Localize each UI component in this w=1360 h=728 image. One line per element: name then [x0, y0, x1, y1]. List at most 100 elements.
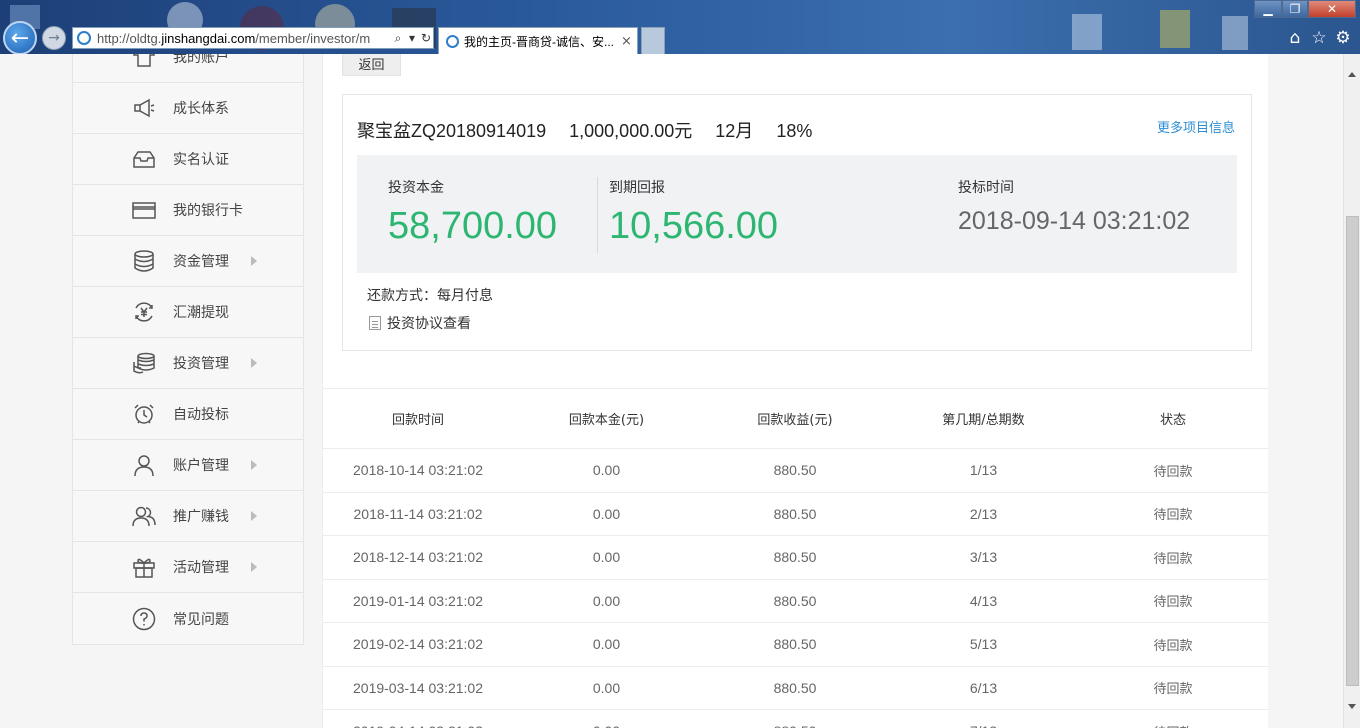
sidebar-item-label: 自动投标: [173, 407, 229, 423]
close-icon: ✕: [1326, 2, 1338, 16]
sidebar-item-label: 资金管理: [173, 254, 229, 270]
database-icon: [131, 248, 157, 274]
scrollbar-thumb[interactable]: [1346, 216, 1359, 686]
principal-stat: 投资本金 58,700.00: [388, 177, 557, 248]
sidebar-item-withdraw[interactable]: 汇潮提现: [73, 287, 303, 338]
status-cell: 待回款: [1077, 722, 1269, 728]
settings-gear-icon[interactable]: ⚙: [1332, 27, 1354, 49]
minimize-button[interactable]: ▁: [1254, 0, 1282, 18]
principal-cell: 0.00: [513, 723, 700, 728]
refresh-icon[interactable]: ↻: [419, 31, 433, 45]
chevron-right-icon: [251, 562, 257, 572]
dropdown-icon[interactable]: ▾: [405, 31, 419, 45]
sidebar-item-funds[interactable]: 资金管理: [73, 236, 303, 287]
scroll-up-icon[interactable]: [1348, 72, 1356, 77]
sidebar-item-label: 活动管理: [173, 560, 229, 576]
sidebar-item-label: 我的账户: [173, 54, 229, 66]
address-bar[interactable]: http://oldtg.jinshangdai.com/member/inve…: [72, 27, 434, 49]
agreement-label: 投资协议查看: [387, 316, 471, 332]
sidebar-item-faq[interactable]: 常见问题: [73, 593, 303, 644]
back-button[interactable]: ←: [3, 21, 37, 54]
maximize-button[interactable]: ❐: [1282, 0, 1308, 18]
close-window-button[interactable]: ✕: [1308, 0, 1356, 18]
vertical-scrollbar[interactable]: [1343, 54, 1360, 728]
investment-stats: 投资本金 58,700.00 到期回报 10,566.00 投标时间 2018-…: [357, 155, 1237, 273]
agreement-link[interactable]: 投资协议查看: [369, 313, 471, 333]
status-cell: 待回款: [1153, 595, 1193, 611]
sidebar-item-referral[interactable]: 推广赚钱: [73, 491, 303, 542]
column-header: 状态: [1159, 413, 1186, 428]
period-cell: 1/13: [969, 462, 998, 479]
period-cell: 3/13: [969, 549, 998, 566]
url-text[interactable]: http://oldtg.jinshangdai.com/member/inve…: [97, 31, 391, 46]
sidebar-menu: 我的账户 成长体系 实名认证 我的银行卡 资金管理 汇潮提现 投资管理 自动投标…: [72, 54, 304, 645]
principal-cell: 0.00: [592, 462, 621, 479]
id-card-icon: [131, 146, 157, 172]
chevron-right-icon: [251, 358, 257, 368]
bank-card-icon: [131, 197, 157, 223]
interest-cell: 880.50: [773, 636, 817, 653]
repay-time-cell: 2019-01-14 03:21:02: [353, 592, 483, 609]
bid-time-label: 投标时间: [958, 180, 1014, 196]
repay-time-cell: 2019-04-14 03:21:02: [323, 723, 513, 728]
interest-cell: 880.50: [773, 679, 817, 696]
project-rate: 18%: [776, 121, 813, 141]
project-amount: 1,000,000.00元: [569, 121, 693, 141]
table-row: 2019-02-14 03:21:02 0.00 880.50 5/13 待回款: [323, 623, 1269, 667]
sidebar-item-label: 我的银行卡: [173, 203, 243, 219]
repay-time-cell: 2018-10-14 03:21:02: [353, 462, 483, 479]
scroll-down-icon[interactable]: [1348, 704, 1356, 709]
table-row: 2018-12-14 03:21:02 0.00 880.50 3/13 待回款: [323, 536, 1269, 580]
period-cell: 7/13: [890, 723, 1077, 728]
tab-favicon-icon: [446, 34, 459, 48]
table-row: 2019-04-14 03:21:020.00880.507/13待回款: [323, 710, 1269, 728]
sidebar-item-investment[interactable]: 投资管理: [73, 338, 303, 389]
table-row: 2019-03-14 03:21:02 0.00 880.50 6/13 待回款: [323, 667, 1269, 710]
interest-cell: 880.50: [773, 549, 817, 566]
forward-button[interactable]: →: [42, 26, 66, 50]
sidebar-item-bank-card[interactable]: 我的银行卡: [73, 185, 303, 236]
sidebar-item-auto-bid[interactable]: 自动投标: [73, 389, 303, 440]
sidebar-item-account-settings[interactable]: 账户管理: [73, 440, 303, 491]
sidebar-item-growth[interactable]: 成长体系: [73, 83, 303, 134]
status-cell: 待回款: [1153, 551, 1193, 567]
site-favicon-icon: [77, 31, 91, 45]
sidebar-item-activities[interactable]: 活动管理: [73, 542, 303, 593]
minimize-icon: ▁: [1263, 2, 1273, 16]
favorites-star-icon[interactable]: ☆: [1308, 27, 1330, 49]
browser-tab[interactable]: 我的主页-晋商贷-诚信、安... ×: [438, 27, 638, 54]
coins-icon: [131, 350, 157, 376]
project-title: 聚宝盆ZQ20180914019 1,000,000.00元 12月 18%: [357, 117, 830, 143]
back-link-button[interactable]: 返回: [342, 54, 401, 76]
user-icon: [131, 452, 157, 478]
chevron-right-icon: [251, 511, 257, 521]
principal-cell: 0.00: [592, 679, 621, 696]
repay-time-cell: 2019-03-14 03:21:02: [353, 679, 483, 696]
sidebar-item-my-account[interactable]: 我的账户: [73, 54, 303, 83]
interest-cell: 880.50: [773, 505, 817, 522]
search-icon[interactable]: ⌕: [391, 31, 405, 46]
return-stat: 到期回报 10,566.00: [609, 177, 778, 248]
column-header: 第几期/总期数: [942, 413, 1025, 428]
withdraw-icon: [131, 299, 157, 325]
alarm-clock-icon: [131, 401, 157, 427]
repayment-method: 还款方式：每月付息: [367, 288, 493, 304]
sidebar-item-label: 账户管理: [173, 458, 229, 474]
chevron-right-icon: [251, 256, 257, 266]
tab-title: 我的主页-晋商贷-诚信、安...: [464, 34, 614, 49]
principal-cell: 0.00: [592, 549, 621, 566]
return-value: 10,566.00: [609, 205, 779, 247]
new-tab-button[interactable]: [641, 27, 665, 54]
interest-cell: 880.50: [773, 592, 817, 609]
bid-time-value: 2018-09-14 03:21:02: [958, 207, 1191, 235]
status-cell: 待回款: [1153, 682, 1193, 698]
more-project-info-link[interactable]: 更多项目信息: [1157, 117, 1235, 136]
page-viewport: 我的账户 成长体系 实名认证 我的银行卡 资金管理 汇潮提现 投资管理 自动投标…: [0, 54, 1343, 728]
principal-cell: 0.00: [592, 636, 621, 653]
sidebar-item-verification[interactable]: 实名认证: [73, 134, 303, 185]
tab-close-icon[interactable]: ×: [621, 34, 637, 49]
back-arrow-icon: ←: [10, 25, 30, 51]
repay-time-cell: 2019-02-14 03:21:02: [353, 636, 483, 653]
sidebar-item-label: 成长体系: [173, 101, 229, 117]
home-icon[interactable]: ⌂: [1284, 27, 1306, 49]
